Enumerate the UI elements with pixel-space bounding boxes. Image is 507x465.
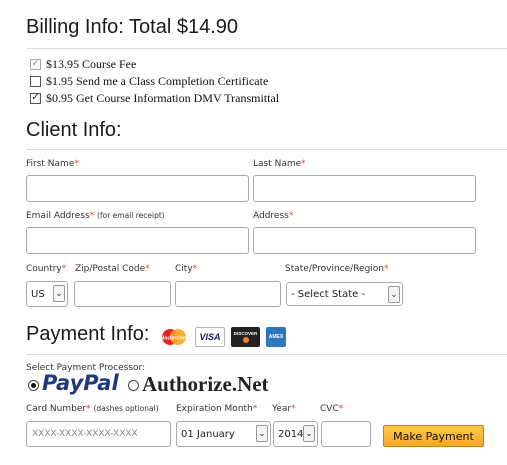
paypal-radio[interactable] <box>28 380 39 391</box>
address-label: Address* <box>253 211 294 221</box>
exp-month-label: Expiration Month* <box>176 404 258 414</box>
authorize-radio[interactable] <box>128 380 139 391</box>
first-name-label: First Name* <box>26 159 79 169</box>
billing-divider <box>26 48 507 49</box>
cvc-field[interactable] <box>321 421 371 447</box>
discover-text: DISCOVER <box>233 331 258 336</box>
dmv-checkbox[interactable]: ✓ <box>30 92 41 104</box>
billing-title: Billing Info: Total $14.90 <box>26 16 239 38</box>
fee-dmv[interactable]: ✓ $0.95 Get Course Information DMV Trans… <box>30 90 279 106</box>
certificate-checkbox[interactable] <box>30 75 41 87</box>
amex-icon: AMEX <box>266 327 286 347</box>
email-field[interactable] <box>26 227 249 254</box>
chevron-down-icon[interactable]: ⌄ <box>53 285 65 302</box>
fee-course: ✓ $13.95 Course Fee <box>30 56 136 72</box>
card-number-label: Card Number* (dashes optional) <box>26 404 159 414</box>
zip-field[interactable] <box>74 281 171 307</box>
paypal-logo[interactable]: PayPal <box>42 371 119 395</box>
year-select[interactable]: 2014 ⌄ <box>273 421 318 447</box>
dmv-label[interactable]: $0.95 Get Course Information DMV Transmi… <box>46 91 279 106</box>
first-name-field[interactable] <box>26 175 249 202</box>
course-fee-checkbox: ✓ <box>30 58 41 70</box>
mastercard-icon: MasterCard <box>158 327 190 347</box>
course-fee-label: $13.95 Course Fee <box>46 56 137 71</box>
city-field[interactable] <box>175 281 281 307</box>
chevron-down-icon[interactable]: ⌄ <box>303 425 315 442</box>
country-select[interactable]: US ⌄ <box>26 281 68 307</box>
make-payment-button[interactable]: Make Payment <box>383 425 484 447</box>
authorize-logo[interactable]: Authorize.Net <box>142 372 269 397</box>
city-label: City* <box>175 264 198 274</box>
state-value: - Select State - <box>291 288 366 300</box>
exp-month-value: 01 January <box>181 428 235 440</box>
amex-text: AMEX <box>268 334 284 340</box>
discover-dot <box>242 337 249 343</box>
country-value: US <box>31 288 45 300</box>
cvc-label: CVC* <box>320 404 344 414</box>
state-select[interactable]: - Select State - ⌄ <box>286 282 403 306</box>
visa-icon: VISA <box>195 327 225 347</box>
client-divider <box>26 149 507 150</box>
country-label: Country* <box>26 264 67 274</box>
year-value: 2014 <box>278 428 304 440</box>
zip-label: Zip/Postal Code* <box>75 264 150 274</box>
fee-certificate[interactable]: $1.95 Send me a Class Completion Certifi… <box>30 73 268 89</box>
last-name-field[interactable] <box>253 175 476 202</box>
last-name-label: Last Name* <box>253 159 306 169</box>
visa-text: VISA <box>199 332 221 342</box>
email-label: Email Address* (for email receipt) <box>26 211 165 221</box>
address-field[interactable] <box>253 227 476 254</box>
mastercard-logo: MasterCard <box>160 329 188 345</box>
chevron-down-icon[interactable]: ⌄ <box>256 425 268 442</box>
client-title: Client Info: <box>26 119 122 141</box>
year-label: Year* <box>272 404 296 414</box>
exp-month-select[interactable]: 01 January ⌄ <box>176 421 271 447</box>
payment-title: Payment Info: <box>26 323 150 345</box>
card-number-field[interactable]: XXXX-XXXX-XXXX-XXXX <box>26 421 171 447</box>
mastercard-text: MasterCard <box>160 336 188 342</box>
discover-icon: DISCOVER <box>231 327 260 347</box>
state-label: State/Province/Region* <box>285 264 389 274</box>
chevron-down-icon[interactable]: ⌄ <box>388 286 400 303</box>
certificate-label[interactable]: $1.95 Send me a Class Completion Certifi… <box>46 74 268 89</box>
payment-divider <box>26 354 507 355</box>
card-number-placeholder: XXXX-XXXX-XXXX-XXXX <box>32 429 138 439</box>
